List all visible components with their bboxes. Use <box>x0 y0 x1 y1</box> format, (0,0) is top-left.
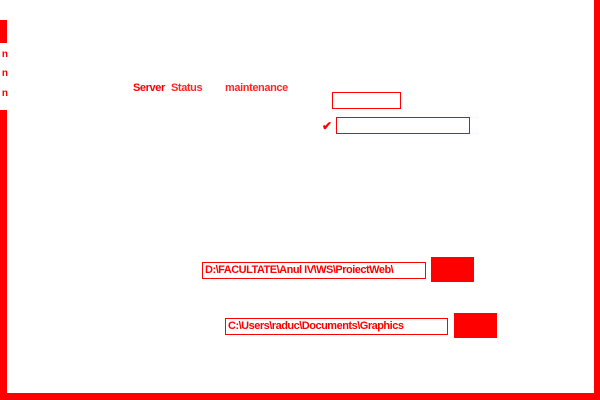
checkmark-icon[interactable]: ✔ <box>322 119 334 133</box>
wide-text-input[interactable] <box>336 117 470 134</box>
cut-off-label-2: n <box>1 68 8 79</box>
project-path-field[interactable]: D:\FACULTATE\Anul IV\WS\ProiectWeb\ <box>202 262 426 279</box>
window-frame: n n n Server Status maintenance ✔ D:\FAC… <box>0 0 600 400</box>
left-border-segment-bottom <box>0 110 7 394</box>
browse-project-path-button[interactable] <box>431 257 474 282</box>
browse-graphics-path-button[interactable] <box>454 313 497 338</box>
cut-off-label-1: n <box>1 49 8 60</box>
bottom-border <box>0 393 600 400</box>
graphics-path-field[interactable]: C:\Users\raduc\Documents\Graphics <box>225 318 448 335</box>
status-label: Status <box>171 82 203 94</box>
right-border <box>594 0 600 400</box>
server-label: Server <box>133 82 165 94</box>
cut-off-label-3: n <box>1 88 8 99</box>
overlapping-status-labels: Server Status maintenance <box>133 81 303 97</box>
left-border-segment-top <box>0 20 7 43</box>
maintenance-label: maintenance <box>225 82 288 94</box>
small-text-input[interactable] <box>332 92 401 109</box>
